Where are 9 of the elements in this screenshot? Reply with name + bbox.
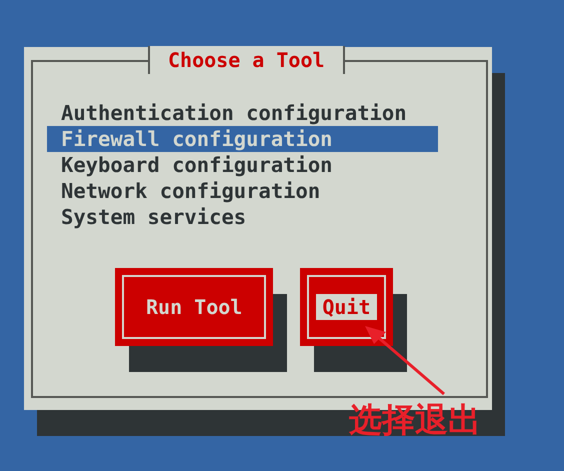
menu-item[interactable]: Firewall configuration: [47, 126, 438, 152]
quit-button[interactable]: Quit: [300, 268, 392, 346]
menu-item[interactable]: Authentication configuration: [47, 100, 438, 126]
menu-item[interactable]: Keyboard configuration: [47, 152, 438, 178]
dialog-title: Choose a Tool: [148, 46, 345, 74]
run-tool-button[interactable]: Run Tool: [115, 268, 274, 346]
menu-item[interactable]: System services: [47, 204, 438, 230]
menu-item[interactable]: Network configuration: [47, 178, 438, 204]
annotation-label: 选择退出: [349, 400, 481, 440]
